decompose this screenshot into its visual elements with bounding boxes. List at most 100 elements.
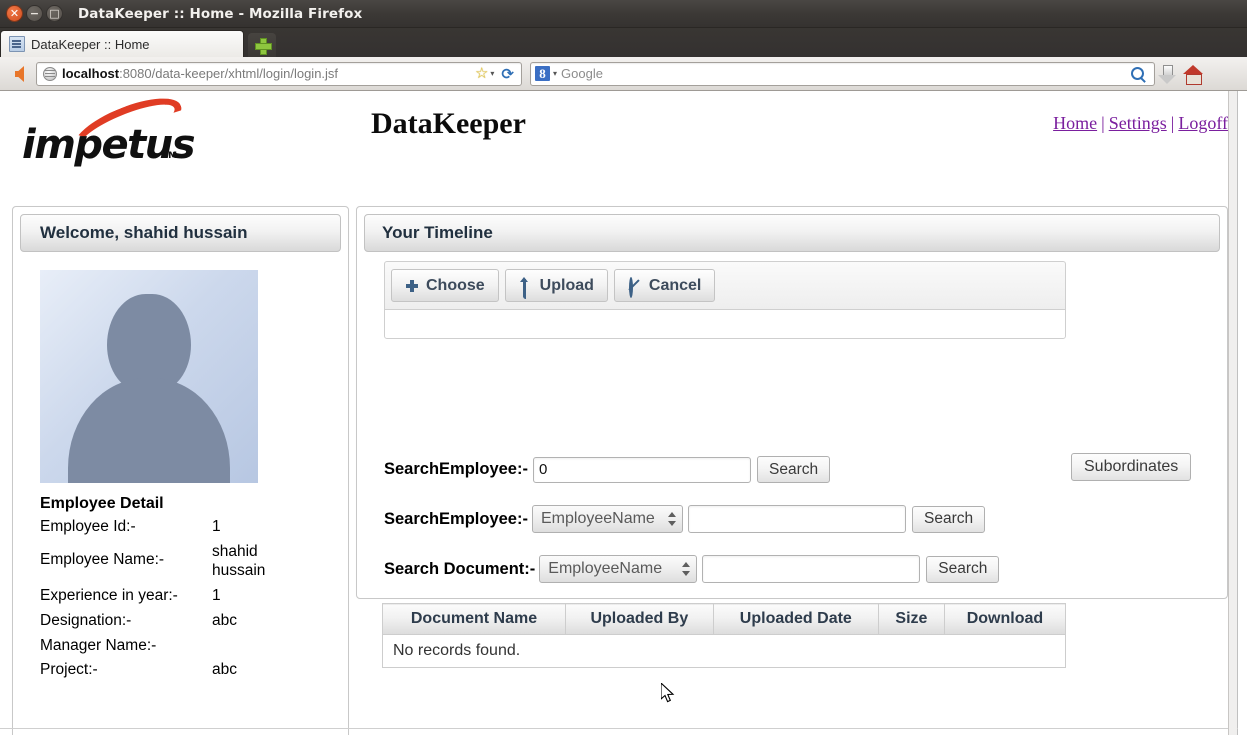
table-body: No records found. — [383, 635, 1066, 668]
column-uploaded-date[interactable]: Uploaded Date — [713, 604, 878, 635]
detail-value: 1 — [212, 515, 330, 540]
globe-icon — [43, 67, 57, 81]
tab-strip: DataKeeper :: Home — [0, 28, 1247, 57]
detail-row-manager-name: Manager Name:- — [40, 634, 330, 659]
nav-separator-1: | — [1101, 113, 1105, 133]
site-header: impetus TM DataKeeper Home|Settings|Logo… — [0, 91, 1237, 165]
detail-row-employee-name: Employee Name:- shahid hussain — [40, 540, 330, 584]
google-icon: 8 — [535, 66, 550, 81]
mouse-cursor — [661, 683, 675, 704]
subordinates-button-label: Subordinates — [1084, 458, 1178, 476]
avatar — [40, 270, 258, 483]
choose-button[interactable]: Choose — [391, 269, 499, 302]
search-employee-field-button[interactable]: Search — [912, 506, 985, 533]
window-title: DataKeeper :: Home - Mozilla Firefox — [78, 6, 362, 22]
timeline-panel: Your Timeline Choose Upload — [356, 206, 1228, 599]
upload-arrow-icon — [519, 279, 533, 293]
employee-detail-heading: Employee Detail — [40, 495, 330, 513]
search-row-employee-field: SearchEmployee:- EmployeeName Search — [384, 505, 985, 533]
logo-trademark: TM — [162, 151, 177, 161]
table-header-row: Document Name Uploaded By Uploaded Date … — [383, 604, 1066, 635]
cancel-button[interactable]: Cancel — [614, 269, 715, 302]
search-document-input[interactable] — [702, 555, 920, 583]
search-engine-label: Google — [561, 66, 1131, 81]
home-button[interactable] — [1179, 65, 1207, 83]
welcome-panel: Welcome, shahid hussain Employee Detail … — [12, 206, 349, 735]
search-row-label: Search Document:- — [384, 560, 535, 579]
url-bar[interactable]: localhost:8080/data-keeper/xhtml/login/l… — [36, 62, 522, 86]
nav-link-logoff[interactable]: Logoff — [1178, 113, 1228, 133]
cancel-button-label: Cancel — [649, 277, 701, 295]
search-document-field-select[interactable]: EmployeeName — [539, 555, 697, 583]
detail-value: 1 — [212, 584, 330, 609]
favicon-icon — [9, 36, 25, 52]
detail-row-project: Project:- abc — [40, 658, 330, 683]
nav-link-home[interactable]: Home — [1053, 113, 1097, 133]
stepper-arrows-icon — [668, 511, 676, 527]
tab-label: DataKeeper :: Home — [31, 37, 150, 52]
search-row-label: SearchEmployee:- — [384, 510, 528, 529]
bookmark-star-icon[interactable]: ☆ — [475, 66, 488, 81]
search-row-document: Search Document:- EmployeeName Search — [384, 555, 999, 583]
detail-key: Project:- — [40, 658, 212, 683]
impetus-logo: impetus TM — [22, 105, 182, 161]
column-download[interactable]: Download — [944, 604, 1065, 635]
detail-key: Experience in year:- — [40, 584, 212, 609]
search-document-button[interactable]: Search — [926, 556, 999, 583]
subordinates-button[interactable]: Subordinates — [1071, 453, 1191, 481]
column-size[interactable]: Size — [878, 604, 944, 635]
file-upload-widget: Choose Upload Cancel — [384, 261, 1066, 339]
window-maximize-button[interactable]: □ — [46, 5, 63, 22]
logo-text: impetus — [22, 122, 194, 168]
upload-button[interactable]: Upload — [505, 269, 608, 302]
timeline-panel-title: Your Timeline — [364, 214, 1220, 252]
page-title: DataKeeper — [371, 107, 526, 141]
minimize-icon: − — [30, 8, 39, 19]
documents-table: Document Name Uploaded By Uploaded Date … — [382, 603, 1066, 668]
top-nav: Home|Settings|Logoff — [1053, 113, 1228, 134]
back-button[interactable] — [6, 61, 32, 87]
search-document-field-select-value: EmployeeName — [548, 560, 662, 578]
url-path: :8080/data-keeper/xhtml/login/login.jsf — [119, 66, 338, 81]
url-text: localhost:8080/data-keeper/xhtml/login/l… — [62, 66, 471, 81]
chevron-down-icon[interactable]: ▾ — [490, 69, 494, 78]
upload-button-label: Upload — [540, 277, 594, 295]
search-bar[interactable]: 8 ▾ Google — [530, 62, 1155, 86]
window-close-button[interactable]: ✕ — [6, 5, 23, 22]
search-employee-field-select[interactable]: EmployeeName — [532, 505, 683, 533]
close-icon: ✕ — [10, 8, 19, 19]
file-upload-dropzone[interactable] — [384, 309, 1066, 339]
search-engine-chevron-icon[interactable]: ▾ — [553, 69, 557, 78]
search-employee-field-input[interactable] — [688, 505, 906, 533]
column-document-name[interactable]: Document Name — [383, 604, 566, 635]
column-uploaded-by[interactable]: Uploaded By — [566, 604, 714, 635]
maximize-icon: □ — [49, 8, 59, 19]
window-minimize-button[interactable]: − — [26, 5, 43, 22]
search-employee-id-button[interactable]: Search — [757, 456, 830, 483]
detail-value — [212, 634, 330, 640]
detail-key: Employee Name:- — [40, 540, 212, 573]
detail-key: Employee Id:- — [40, 515, 212, 540]
page-bottom-divider — [0, 728, 1238, 729]
search-employee-id-input[interactable] — [533, 457, 751, 483]
detail-value: abc — [212, 658, 330, 683]
page-viewport: impetus TM DataKeeper Home|Settings|Logo… — [0, 91, 1247, 735]
search-row-label: SearchEmployee:- — [384, 460, 528, 479]
file-upload-buttonbar: Choose Upload Cancel — [384, 261, 1066, 309]
reload-icon[interactable]: ⟳ — [501, 65, 514, 83]
welcome-panel-title: Welcome, shahid hussain — [20, 214, 341, 252]
new-tab-button[interactable] — [248, 33, 276, 57]
detail-row-employee-id: Employee Id:- 1 — [40, 515, 330, 540]
detail-value: shahid hussain — [212, 540, 278, 584]
detail-key: Designation:- — [40, 609, 212, 634]
table-row: No records found. — [383, 635, 1066, 668]
employee-detail: Employee Detail Employee Id:- 1 Employee… — [40, 495, 330, 683]
search-row-employee-id: SearchEmployee:- Search — [384, 456, 830, 483]
tab-datakeeper-home[interactable]: DataKeeper :: Home — [0, 30, 244, 57]
browser-window: ✕ − □ DataKeeper :: Home - Mozilla Firef… — [0, 0, 1247, 735]
nav-link-settings[interactable]: Settings — [1109, 113, 1167, 133]
search-icon[interactable] — [1131, 67, 1144, 80]
choose-button-label: Choose — [426, 277, 485, 295]
search-employee-field-select-value: EmployeeName — [541, 510, 655, 528]
detail-row-experience: Experience in year:- 1 — [40, 584, 330, 609]
